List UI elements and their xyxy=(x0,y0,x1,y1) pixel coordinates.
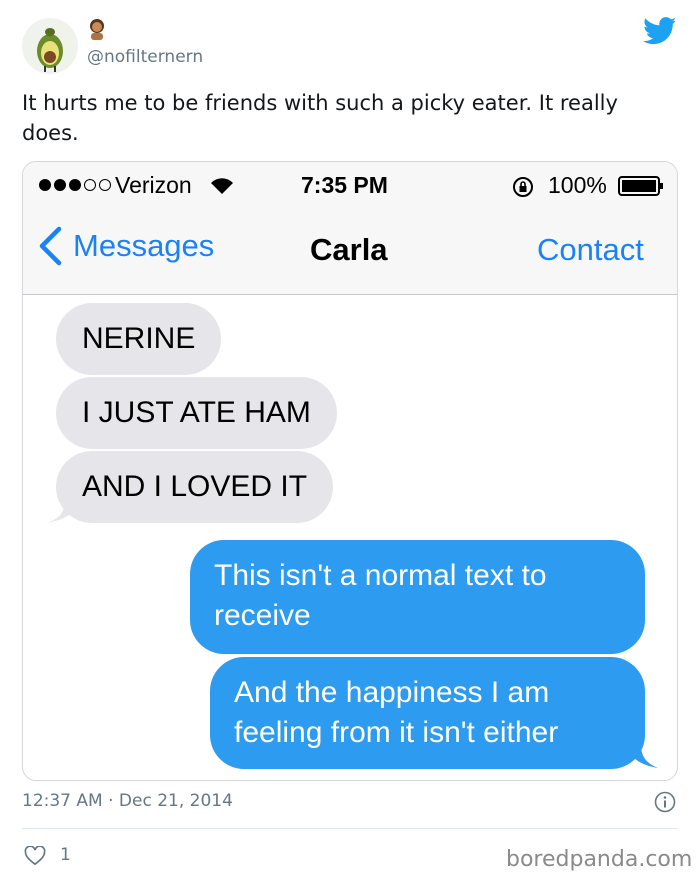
bubble-tail-received xyxy=(45,500,83,523)
user-handle[interactable]: @nofilternern xyxy=(87,47,203,67)
back-label: Messages xyxy=(73,228,215,263)
tweet-timestamp[interactable]: 12:37 AM · Dec 21, 2014 xyxy=(22,791,233,811)
contact-button[interactable]: Contact xyxy=(537,232,644,268)
battery-percentage: 100% xyxy=(548,172,607,198)
status-time: 7:35 PM xyxy=(301,172,388,198)
message-bubble-received[interactable]: AND I LOVED IT xyxy=(56,451,334,523)
message-bubble-sent[interactable]: And the happiness I am feeling from it i… xyxy=(210,657,645,769)
battery-icon xyxy=(618,176,664,196)
divider xyxy=(22,828,678,829)
rotation-lock-icon xyxy=(512,176,534,198)
embedded-screenshot[interactable]: Verizon 7:35 PM 100% Messages Carla Cont… xyxy=(22,161,678,781)
watermark: boredpanda.com xyxy=(506,847,693,872)
message-bubble-received[interactable]: NERINE xyxy=(56,303,222,375)
signal-strength-icon xyxy=(39,179,111,191)
carrier-label: Verizon xyxy=(115,172,192,198)
avocado-avatar-icon xyxy=(37,28,63,72)
heart-icon[interactable] xyxy=(24,845,46,866)
conversation-title: Carla xyxy=(310,232,388,267)
info-icon[interactable] xyxy=(654,791,676,813)
message-bubble-received[interactable]: I JUST ATE HAM xyxy=(56,377,337,449)
messages-back-button[interactable]: Messages xyxy=(37,226,214,266)
ios-header: Verizon 7:35 PM 100% Messages Carla Cont… xyxy=(23,162,677,295)
tweet-text: It hurts me to be friends with such a pi… xyxy=(22,91,618,145)
chevron-left-icon xyxy=(39,226,62,266)
woman-emoji-icon xyxy=(87,18,107,40)
bubble-tail-sent xyxy=(625,745,658,768)
wifi-icon xyxy=(209,176,235,196)
like-count: 1 xyxy=(60,845,71,865)
twitter-bird-icon[interactable] xyxy=(643,17,677,45)
avatar[interactable] xyxy=(22,18,78,74)
message-bubble-sent[interactable]: This isn't a normal text to receive xyxy=(190,540,645,654)
